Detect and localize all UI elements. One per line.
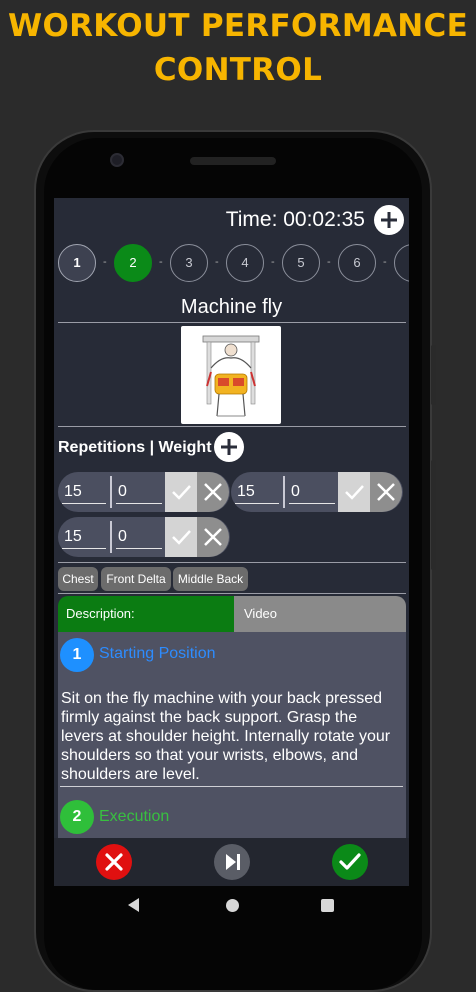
close-icon <box>204 528 222 546</box>
set-7-button[interactable] <box>394 244 409 282</box>
close-icon <box>377 483 395 501</box>
bottom-action-bar <box>54 838 409 886</box>
set-separator: - <box>271 256 275 268</box>
set-selector: 1 - 2 - 3 - 4 - 5 - 6 - <box>58 244 409 284</box>
field-separator <box>110 521 112 553</box>
set-separator: - <box>327 256 331 268</box>
divider <box>60 786 403 787</box>
field-separator <box>283 476 285 508</box>
weight-input[interactable]: 0 <box>116 525 162 549</box>
nav-back-icon[interactable] <box>128 898 139 912</box>
exercise-title: Machine fly <box>180 296 283 318</box>
check-icon <box>172 530 191 545</box>
set-separator: - <box>159 256 163 268</box>
set-separator: - <box>215 256 219 268</box>
skip-exercise-button[interactable] <box>214 844 250 880</box>
step-number-badge: 2 <box>60 800 94 834</box>
volume-button <box>431 345 436 405</box>
confirm-rep-button[interactable] <box>165 517 197 557</box>
set-2-button[interactable]: 2 <box>114 244 152 282</box>
nav-recents-icon[interactable] <box>321 899 334 912</box>
tab-video[interactable]: Video <box>234 596 406 632</box>
cancel-workout-button[interactable] <box>96 844 132 880</box>
machine-fly-illustration-icon <box>202 335 260 417</box>
check-icon <box>345 485 364 500</box>
rep-entry-row: 15 0 <box>58 472 230 512</box>
divider <box>58 322 406 323</box>
set-3-button[interactable]: 3 <box>170 244 208 282</box>
rep-entry-row: 15 0 <box>231 472 403 512</box>
add-rep-plus-icon[interactable] <box>214 432 244 462</box>
timer-label: Time: 00:02:35 <box>225 208 365 231</box>
step-title: Execution <box>99 808 170 825</box>
close-icon <box>204 483 222 501</box>
divider <box>58 593 406 594</box>
description-panel: 1 Starting Position Sit on the fly machi… <box>58 632 406 838</box>
set-separator: - <box>383 256 387 268</box>
set-separator: - <box>103 256 107 268</box>
check-icon <box>172 485 191 500</box>
confirm-rep-button[interactable] <box>165 472 197 512</box>
confirm-rep-button[interactable] <box>338 472 370 512</box>
power-button <box>431 460 436 570</box>
step-title: Starting Position <box>99 645 216 662</box>
tab-description[interactable]: Description: <box>58 596 234 632</box>
set-5-button[interactable]: 5 <box>282 244 320 282</box>
weight-input[interactable]: 0 <box>116 480 162 504</box>
reps-weight-heading: Repetitions | Weight <box>58 439 212 456</box>
promo-title-line1: WORKOUT PERFORMANCE <box>7 8 469 44</box>
close-icon <box>105 853 123 871</box>
rep-entry-row: 15 0 <box>58 517 230 557</box>
speaker-grille <box>190 157 276 165</box>
step-number-badge: 1 <box>60 638 94 672</box>
divider <box>58 426 406 427</box>
muscle-tag: Middle Back <box>173 567 248 591</box>
reps-input[interactable]: 15 <box>62 525 106 549</box>
camera-icon <box>110 153 124 167</box>
weight-input[interactable]: 0 <box>289 480 335 504</box>
divider <box>58 562 406 563</box>
exercise-image <box>181 326 281 424</box>
skip-next-icon <box>226 854 240 870</box>
reps-input[interactable]: 15 <box>235 480 279 504</box>
set-4-button[interactable]: 4 <box>226 244 264 282</box>
check-icon <box>339 853 361 870</box>
finish-exercise-button[interactable] <box>332 844 368 880</box>
step-description: Sit on the fly machine with your back pr… <box>61 690 391 783</box>
promo-title-line2: CONTROL <box>153 52 323 88</box>
field-separator <box>110 476 112 508</box>
app-screen: Time: 00:02:35 1 - 2 - 3 - 4 - 5 - 6 - M… <box>54 198 409 886</box>
nav-home-icon[interactable] <box>226 899 239 912</box>
timer-bar: Time: 00:02:35 <box>54 198 409 242</box>
muscle-tag: Front Delta <box>101 567 171 591</box>
set-1-button[interactable]: 1 <box>58 244 96 282</box>
set-6-button[interactable]: 6 <box>338 244 376 282</box>
add-set-plus-icon[interactable] <box>374 205 404 235</box>
reps-input[interactable]: 15 <box>62 480 106 504</box>
muscle-tag: Chest <box>58 567 98 591</box>
